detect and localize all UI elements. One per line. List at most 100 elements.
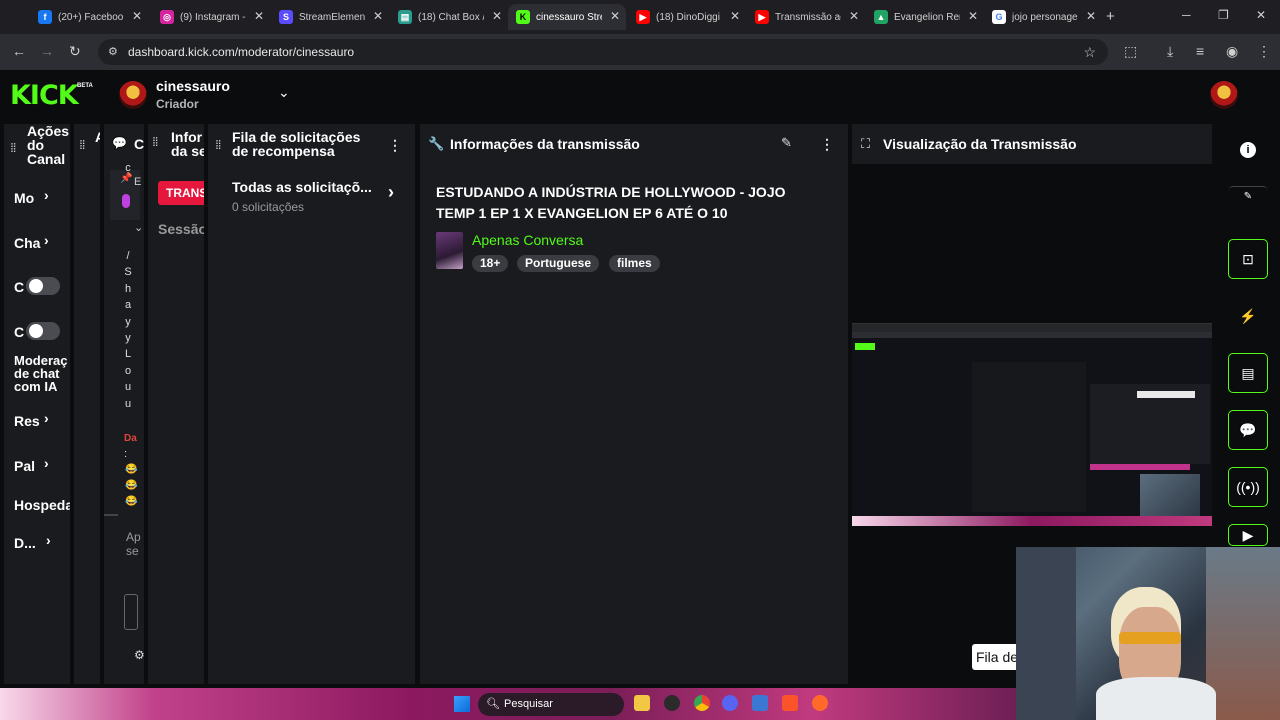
tab-streamelements[interactable]: S StreamElement ✕ (271, 4, 389, 30)
window-close-icon[interactable]: ✕ (1256, 8, 1266, 22)
tab-chat-box[interactable]: ▤ (18) Chat Box / ✕ (390, 4, 508, 30)
channel-name[interactable]: cinessauro (156, 78, 230, 94)
drag-handle-icon[interactable]: ⣿ (152, 136, 159, 147)
profile-icon[interactable]: ◉ (1226, 43, 1238, 60)
reload-icon[interactable]: ↻ (69, 43, 81, 60)
app-icon[interactable] (812, 695, 828, 711)
media-icon[interactable]: ≡ (1196, 43, 1204, 59)
kick-logo[interactable]: KICK (10, 80, 79, 111)
close-icon[interactable]: ✕ (968, 9, 978, 23)
site-info-icon[interactable]: ⚙ (108, 45, 118, 58)
beta-label: BETA (77, 83, 93, 89)
tab-instagram[interactable]: ◎ (9) Instagram - ✕ (152, 4, 270, 30)
close-icon[interactable]: ✕ (254, 9, 264, 23)
download-icon[interactable]: ⤓ (1167, 43, 1173, 60)
stream-preview-video[interactable] (852, 323, 1212, 526)
chevron-right-icon[interactable]: › (44, 187, 49, 203)
menu-icon[interactable]: ⋮ (1257, 43, 1271, 60)
reward-row-title: Todas as solicitaçõ... (232, 179, 372, 195)
chat-footer-text: Ap se (126, 530, 141, 558)
action-item-d[interactable]: D... (14, 535, 36, 551)
ai-chat-moderation[interactable]: Moderaç de chat com IA (14, 354, 67, 393)
tag-badge: Portuguese (517, 255, 600, 272)
panel-title: Visualização da Transmissão (883, 136, 1077, 152)
taskbar-search[interactable]: 🔍︎ Pesquisar (478, 693, 624, 716)
tab-youtube-dino[interactable]: ▶ (18) DinoDiggi ✕ (628, 4, 746, 30)
broadcast-icon[interactable]: ((•)) (1228, 467, 1268, 507)
panel-menu-icon[interactable]: ⋮ (820, 136, 834, 153)
discord-icon[interactable] (722, 695, 738, 711)
chevron-down-icon[interactable]: ⌄ (278, 84, 290, 101)
new-tab-icon[interactable]: + (1106, 8, 1115, 25)
action-item-cha[interactable]: Cha (14, 235, 40, 251)
emote: 😂 (125, 480, 138, 491)
tab-google-jojo[interactable]: G jojo personage ✕ (984, 4, 1102, 30)
windows-start-icon[interactable] (454, 696, 470, 712)
tab-evangelion[interactable]: ▲ Evangelion Ren ✕ (866, 4, 984, 30)
back-icon[interactable]: ← (12, 43, 26, 59)
emote: 😂 (125, 496, 138, 507)
chat-username[interactable]: Da (124, 433, 137, 444)
drag-handle-icon[interactable]: ⣿ (215, 139, 222, 150)
close-icon[interactable]: ✕ (373, 9, 383, 23)
notepad-icon[interactable] (752, 695, 768, 711)
action-item-res[interactable]: Res (14, 413, 40, 429)
close-icon[interactable]: ✕ (610, 9, 620, 23)
url-text[interactable]: dashboard.kick.com/moderator/cinessauro (128, 45, 354, 59)
chevron-down-icon[interactable]: ⌄ (134, 221, 143, 234)
close-icon[interactable]: ✕ (849, 9, 859, 23)
panel-title: Infor da se (171, 129, 204, 159)
video-camera-icon[interactable]: ▶ (1228, 524, 1268, 546)
chrome-icon[interactable] (694, 695, 710, 711)
tab-label: (9) Instagram - (180, 11, 246, 23)
forward-icon[interactable]: → (40, 43, 54, 59)
notes-icon[interactable]: ▤ (1228, 353, 1268, 393)
action-item-mo[interactable]: Mo (14, 190, 34, 206)
toggle-switch[interactable] (26, 322, 60, 340)
category-link[interactable]: Apenas Conversa (472, 232, 583, 248)
tab-kick-active[interactable]: K cinessauro Stre ✕ (508, 4, 626, 30)
settings-gear-icon[interactable]: ⚙ (134, 648, 144, 662)
bookmark-star-icon[interactable]: ☆ (1083, 44, 1096, 61)
close-icon[interactable]: ✕ (1086, 9, 1096, 23)
tab-label: Evangelion Ren (894, 11, 960, 23)
brave-icon[interactable] (782, 695, 798, 711)
chevron-right-icon[interactable]: › (44, 232, 49, 248)
reward-queue-row[interactable]: Todas as solicitaçõ... 0 solicitações › (232, 178, 408, 218)
close-icon[interactable]: ✕ (492, 9, 502, 23)
drag-handle-icon[interactable]: ⣿ (79, 139, 86, 150)
address-bar[interactable]: ⚙ dashboard.kick.com/moderator/cinessaur… (98, 39, 1108, 65)
panel-menu-icon[interactable]: ⋮ (388, 137, 402, 154)
chat-bubble-icon[interactable]: 💬 (1228, 410, 1268, 450)
search-label: Pesquisar (504, 698, 553, 710)
rail-partial-button[interactable]: ✎ (1228, 186, 1268, 206)
drag-handle-icon[interactable]: ⣿ (10, 142, 17, 153)
facebook-icon: f (38, 10, 52, 24)
edit-pencil-icon[interactable]: ✎ (781, 135, 792, 151)
close-icon[interactable]: ✕ (132, 9, 142, 23)
action-item-pal[interactable]: Pal (14, 458, 35, 474)
chat-input[interactable] (124, 594, 138, 630)
action-item-hospedar[interactable]: Hospeda (14, 497, 70, 513)
chevron-right-icon[interactable]: › (44, 455, 49, 471)
chevron-right-icon[interactable]: › (44, 410, 49, 426)
app-icon[interactable] (664, 695, 680, 711)
close-icon[interactable]: ✕ (730, 9, 740, 23)
camera-focus-icon[interactable]: ⊡ (1228, 239, 1268, 279)
minimize-icon[interactable]: ─ (1182, 8, 1191, 22)
toggle-switch[interactable] (26, 277, 60, 295)
category-thumbnail[interactable] (436, 232, 463, 269)
maximize-icon[interactable]: ❐ (1218, 8, 1229, 22)
extensions-icon[interactable]: ⬚ (1124, 43, 1137, 60)
info-icon[interactable]: i (1240, 142, 1256, 158)
channel-avatar[interactable] (119, 81, 147, 109)
user-avatar[interactable] (1210, 81, 1238, 109)
tab-facebook[interactable]: f (20+) Facebook ✕ (30, 4, 148, 30)
file-explorer-icon[interactable] (634, 695, 650, 711)
chat-message-vertical: / S h a y y L o u u (124, 250, 132, 410)
session-info-panel: ⣿ Infor da se TRANS Sessão (148, 124, 204, 684)
tab-youtube-transmissao[interactable]: ▶ Transmissão ac ✕ (747, 4, 865, 30)
lightning-icon[interactable]: ⚡ (1228, 296, 1268, 336)
chevron-right-icon[interactable]: › (46, 532, 51, 548)
search-icon: 🔍︎ (486, 698, 500, 710)
